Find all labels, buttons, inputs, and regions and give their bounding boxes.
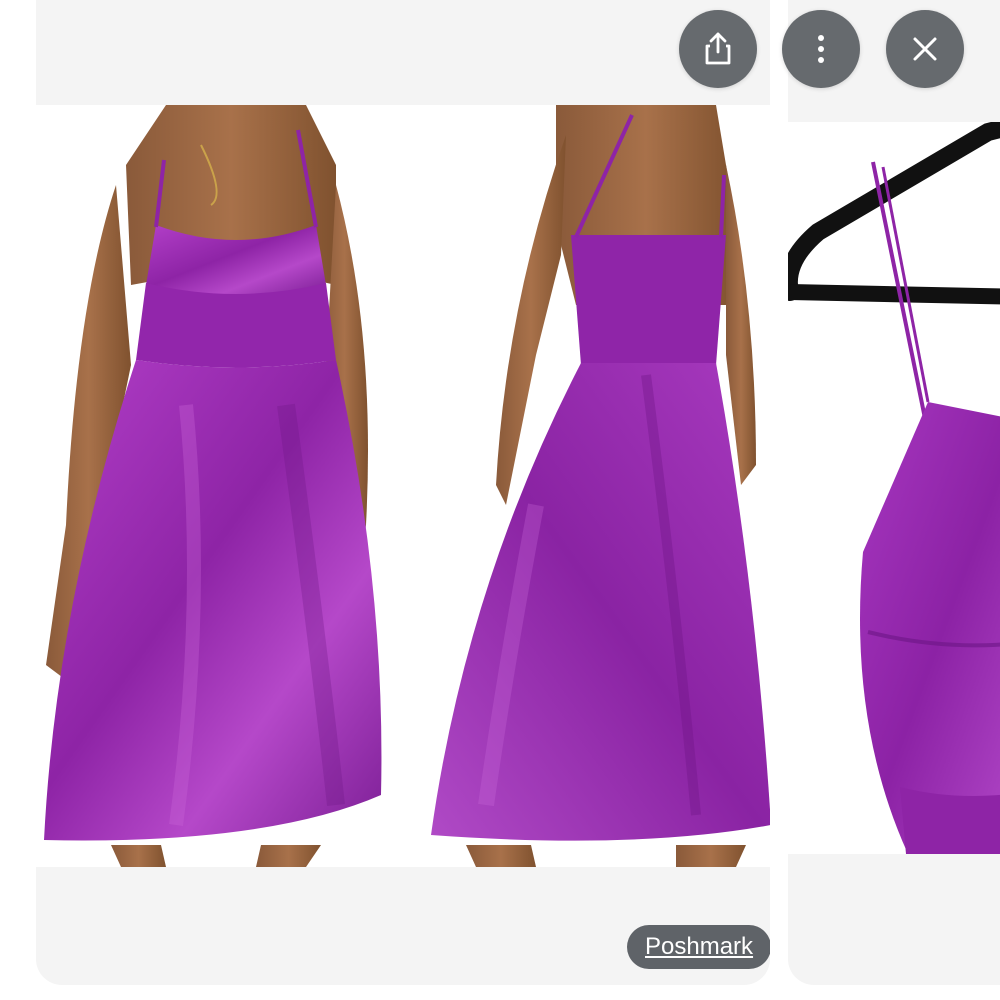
more-vertical-icon	[818, 35, 824, 63]
image-result-card[interactable]: Poshmark	[36, 0, 770, 985]
hanger-photo-illustration	[788, 122, 1000, 854]
product-photo-purple-satin-dress[interactable]	[36, 105, 770, 867]
share-button[interactable]	[679, 10, 757, 88]
dress-photo-illustration	[44, 105, 770, 867]
share-icon	[705, 32, 731, 65]
front-view-model	[44, 105, 382, 867]
next-image-result-card[interactable]	[788, 0, 1000, 985]
close-button[interactable]	[886, 10, 964, 88]
source-link-chip[interactable]: Poshmark	[627, 925, 770, 969]
close-icon	[913, 37, 937, 61]
more-options-button[interactable]	[782, 10, 860, 88]
back-view-model	[431, 105, 770, 867]
product-photo-dress-on-hanger[interactable]	[788, 122, 1000, 854]
source-label[interactable]: Poshmark	[645, 933, 753, 961]
